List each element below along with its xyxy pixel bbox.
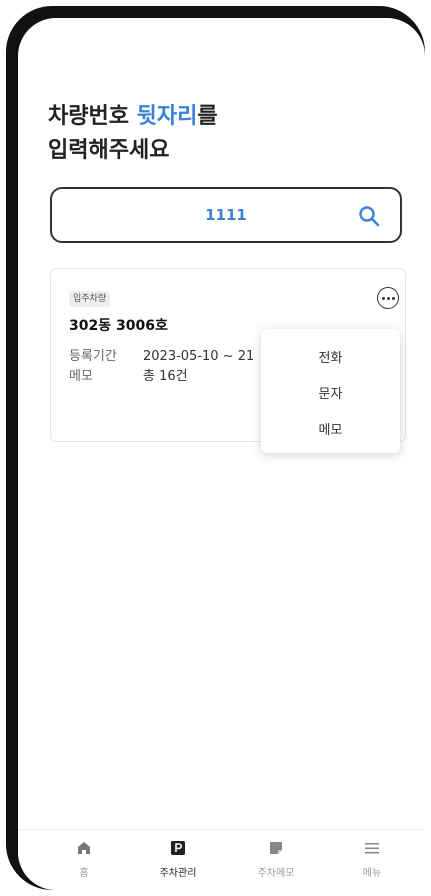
parking-icon: [171, 841, 185, 855]
page-title: 차량번호 뒷자리를 입력해주세요: [48, 100, 218, 168]
note-icon: [270, 842, 282, 854]
tab-parking-label: 주차관리: [159, 868, 197, 879]
tab-home-label: 홈: [79, 868, 89, 879]
headline-line2: 입력해주세요: [48, 138, 170, 163]
menu-item-sms[interactable]: 문자: [261, 383, 400, 402]
search-value[interactable]: 1111: [52, 206, 400, 224]
period-value: 2023-05-10 ~ 21: [143, 349, 255, 364]
tab-menu[interactable]: 메뉴: [332, 840, 412, 879]
period-label: 등록기간: [69, 349, 117, 364]
search-icon[interactable]: [358, 205, 380, 227]
more-options-button[interactable]: [377, 287, 399, 309]
headline-prefix: 차량번호: [48, 104, 137, 129]
more-dot-icon: [391, 296, 395, 300]
headline-accent: 뒷자리: [136, 104, 198, 129]
period-row: 등록기간 2023-05-10 ~ 21: [69, 345, 254, 364]
home-icon: [78, 842, 90, 854]
headline-suffix: 를: [197, 104, 218, 129]
tab-parking[interactable]: 주차관리: [138, 840, 218, 879]
more-dot-icon: [386, 296, 390, 300]
tab-menu-label: 메뉴: [362, 868, 382, 879]
bottom-tab-bar: 홈 주차관리 주차메모 메뉴: [18, 829, 425, 890]
unit-title: 302동 3006호: [69, 318, 168, 334]
tab-memo-label: 주차메모: [257, 868, 295, 879]
status-badge: 입주차량: [69, 291, 111, 307]
options-dropdown: 전화 문자 메모: [261, 329, 400, 453]
phone-frame: 차량번호 뒷자리를 입력해주세요 1111 입주차량 302동 3006호 등록…: [6, 6, 425, 890]
menu-item-memo[interactable]: 메모: [261, 419, 400, 438]
menu-item-call[interactable]: 전화: [261, 347, 400, 366]
app-screen: 차량번호 뒷자리를 입력해주세요 1111 입주차량 302동 3006호 등록…: [18, 18, 425, 890]
hamburger-menu-icon: [365, 843, 379, 854]
more-dot-icon: [381, 296, 385, 300]
plate-search-input[interactable]: 1111: [50, 187, 402, 243]
memo-label: 메모: [69, 369, 93, 384]
tab-memo[interactable]: 주차메모: [236, 840, 316, 879]
memo-row: 메모 총 16건: [69, 365, 188, 384]
tab-home[interactable]: 홈: [44, 840, 124, 879]
memo-value: 총 16건: [143, 369, 188, 384]
